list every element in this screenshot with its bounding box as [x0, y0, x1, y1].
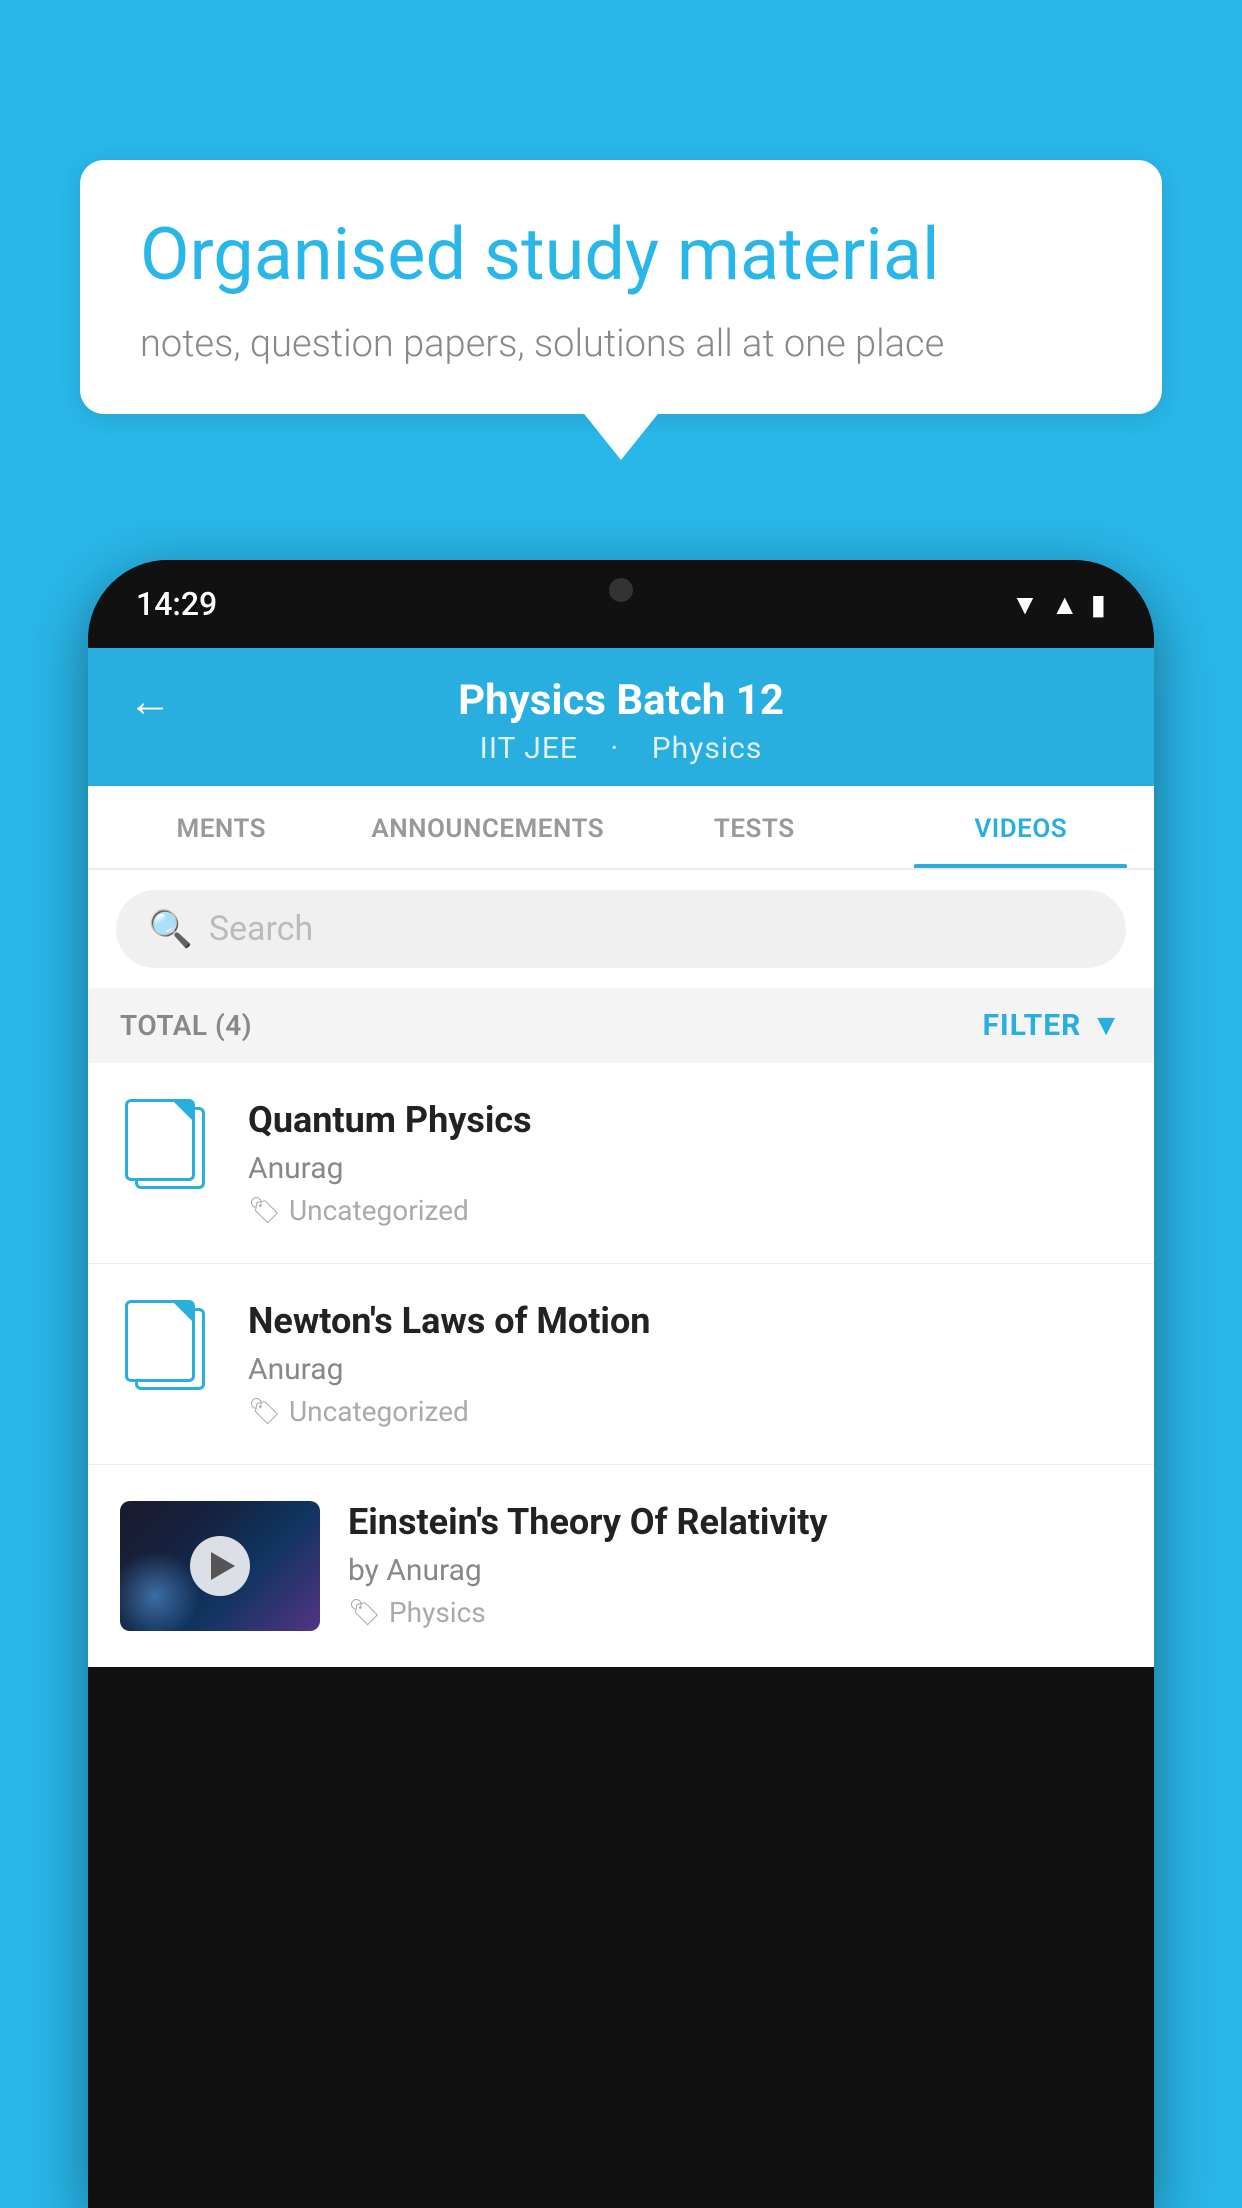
tag-icon: 🏷: [248, 1397, 281, 1427]
subtitle-separator: ·: [610, 731, 619, 766]
bubble-subtitle: notes, question papers, solutions all at…: [140, 322, 1102, 366]
video-thumbnail: [120, 1300, 220, 1400]
space-background: [120, 1501, 320, 1631]
video-author: by Anurag: [348, 1553, 1122, 1588]
video-title: Einstein's Theory Of Relativity: [348, 1501, 1122, 1543]
video-thumbnail-image: [120, 1501, 320, 1631]
app-header: ← Physics Batch 12 IIT JEE · Physics: [88, 648, 1154, 786]
back-button[interactable]: ←: [128, 675, 172, 727]
status-icons: ▼ ▲ ▮: [1011, 588, 1106, 621]
tab-ments[interactable]: MENTS: [88, 786, 355, 868]
notch: [511, 560, 731, 620]
list-item[interactable]: Quantum Physics Anurag 🏷 Uncategorized: [88, 1063, 1154, 1264]
video-tag: 🏷 Uncategorized: [248, 1395, 1122, 1428]
status-bar: 14:29 ▼ ▲ ▮: [88, 560, 1154, 648]
battery-icon: ▮: [1091, 588, 1106, 621]
video-tag: 🏷 Uncategorized: [248, 1194, 1122, 1227]
tab-announcements[interactable]: ANNOUNCEMENTS: [355, 786, 622, 868]
tab-videos[interactable]: VIDEOS: [888, 786, 1155, 868]
tag-icon: 🏷: [348, 1598, 381, 1628]
search-placeholder: Search: [209, 909, 313, 949]
tab-tests[interactable]: TESTS: [621, 786, 888, 868]
search-icon: 🔍: [148, 908, 193, 950]
camera-dot: [609, 578, 633, 602]
speech-bubble-card: Organised study material notes, question…: [80, 160, 1162, 414]
header-title: Physics Batch 12: [458, 676, 784, 725]
list-item[interactable]: Newton's Laws of Motion Anurag 🏷 Uncateg…: [88, 1264, 1154, 1465]
signal-icon: ▲: [1051, 588, 1079, 621]
subtitle-part1: IIT JEE: [480, 731, 578, 766]
video-thumbnail: [120, 1099, 220, 1199]
tag-label: Uncategorized: [289, 1395, 469, 1428]
video-author: Anurag: [248, 1151, 1122, 1186]
header-subtitle: IIT JEE · Physics: [468, 731, 775, 766]
video-info: Newton's Laws of Motion Anurag 🏷 Uncateg…: [248, 1300, 1122, 1428]
video-title: Quantum Physics: [248, 1099, 1122, 1141]
search-bar-container: 🔍 Search: [88, 870, 1154, 988]
video-list: Quantum Physics Anurag 🏷 Uncategorized: [88, 1063, 1154, 1667]
total-label: TOTAL (4): [120, 1009, 252, 1042]
subtitle-part2: Physics: [652, 731, 763, 766]
search-bar[interactable]: 🔍 Search: [116, 890, 1126, 968]
video-info: Quantum Physics Anurag 🏷 Uncategorized: [248, 1099, 1122, 1227]
video-author: Anurag: [248, 1352, 1122, 1387]
tag-label: Uncategorized: [289, 1194, 469, 1227]
filter-row: TOTAL (4) FILTER ▼: [88, 988, 1154, 1063]
tag-icon: 🏷: [248, 1196, 281, 1226]
status-time: 14:29: [136, 585, 217, 623]
tabs-bar: MENTS ANNOUNCEMENTS TESTS VIDEOS: [88, 786, 1154, 870]
bubble-title: Organised study material: [140, 212, 1102, 298]
phone-frame: 14:29 ▼ ▲ ▮ ← Physics Batch 12 IIT JEE ·…: [88, 560, 1154, 2208]
video-info: Einstein's Theory Of Relativity by Anura…: [348, 1501, 1122, 1629]
filter-button[interactable]: FILTER ▼: [982, 1008, 1122, 1043]
filter-icon: ▼: [1091, 1008, 1122, 1043]
filter-label: FILTER: [982, 1008, 1081, 1043]
screen-content: 🔍 Search TOTAL (4) FILTER ▼: [88, 870, 1154, 1667]
video-title: Newton's Laws of Motion: [248, 1300, 1122, 1342]
tag-label: Physics: [389, 1596, 486, 1629]
wifi-icon: ▼: [1011, 588, 1039, 621]
video-tag: 🏷 Physics: [348, 1596, 1122, 1629]
list-item[interactable]: Einstein's Theory Of Relativity by Anura…: [88, 1465, 1154, 1667]
